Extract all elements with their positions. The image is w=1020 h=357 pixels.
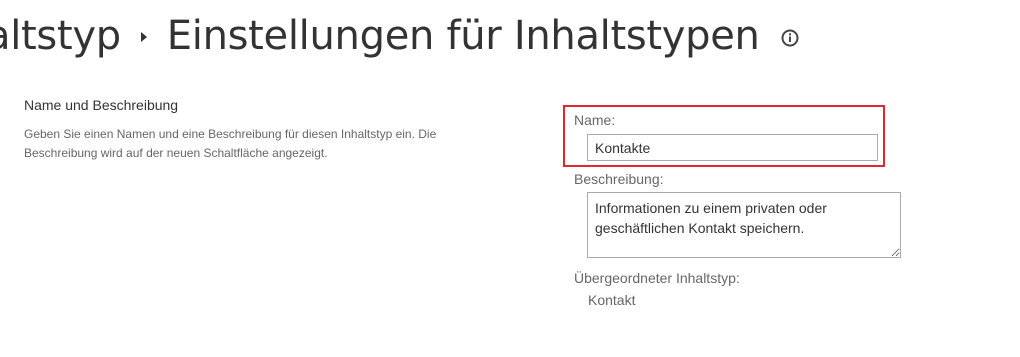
name-input[interactable] — [587, 134, 878, 161]
parent-content-type-value: Kontakt — [588, 292, 636, 308]
parent-content-type-label: Übergeordneter Inhaltstyp: — [574, 270, 740, 286]
name-label: Name: — [574, 112, 616, 128]
breadcrumb-parent-link[interactable]: altstyp — [0, 13, 121, 59]
description-textarea[interactable]: Informationen zu einem privaten oder ges… — [587, 192, 901, 258]
description-label: Beschreibung: — [574, 171, 664, 187]
chevron-right-icon — [140, 32, 147, 42]
info-icon[interactable] — [780, 28, 800, 48]
section-title: Name und Beschreibung — [24, 97, 179, 113]
page-title: altstyp Einstellungen für Inhaltstypen — [0, 8, 800, 64]
page-title-text: Einstellungen für Inhaltstypen — [166, 13, 760, 59]
section-description: Geben Sie einen Namen und eine Beschreib… — [24, 127, 437, 160]
